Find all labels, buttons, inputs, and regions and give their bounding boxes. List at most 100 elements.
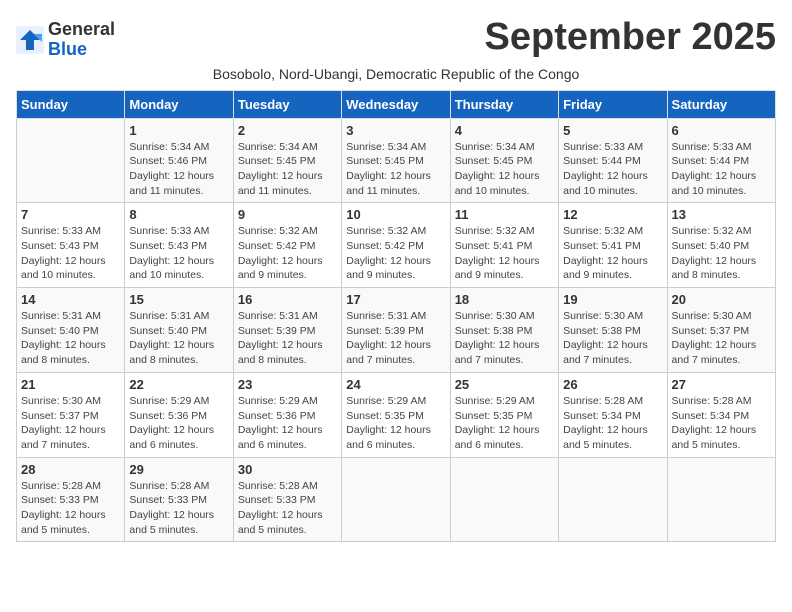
day-number: 11 bbox=[455, 207, 554, 222]
day-number: 14 bbox=[21, 292, 120, 307]
day-number: 7 bbox=[21, 207, 120, 222]
day-info: Sunrise: 5:33 AM Sunset: 5:44 PM Dayligh… bbox=[672, 140, 771, 199]
day-info: Sunrise: 5:32 AM Sunset: 5:41 PM Dayligh… bbox=[563, 224, 662, 283]
weekday-header-friday: Friday bbox=[559, 90, 667, 118]
calendar-cell: 10 Sunrise: 5:32 AM Sunset: 5:42 PM Dayli… bbox=[342, 203, 450, 288]
calendar-body: 1Sunrise: 5:34 AM Sunset: 5:46 PM Daylig… bbox=[17, 118, 776, 542]
day-info: Sunrise: 5:29 AM Sunset: 5:36 PM Dayligh… bbox=[238, 394, 337, 453]
calendar-cell: 16Sunrise: 5:31 AM Sunset: 5:39 PM Dayli… bbox=[233, 288, 341, 373]
calendar-cell: 6 Sunrise: 5:33 AM Sunset: 5:44 PM Daylig… bbox=[667, 118, 775, 203]
day-number: 21 bbox=[21, 377, 120, 392]
day-info: Sunrise: 5:32 AM Sunset: 5:40 PM Dayligh… bbox=[672, 224, 771, 283]
calendar-cell: 17 Sunrise: 5:31 AM Sunset: 5:39 PM Dayli… bbox=[342, 288, 450, 373]
day-number: 24 bbox=[346, 377, 445, 392]
day-info: Sunrise: 5:34 AM Sunset: 5:45 PM Dayligh… bbox=[455, 140, 554, 199]
day-number: 8 bbox=[129, 207, 228, 222]
weekday-header-row: SundayMondayTuesdayWednesdayThursdayFrid… bbox=[17, 90, 776, 118]
day-number: 4 bbox=[455, 123, 554, 138]
day-info: Sunrise: 5:30 AM Sunset: 5:38 PM Dayligh… bbox=[563, 309, 662, 368]
calendar-cell: 30 Sunrise: 5:28 AM Sunset: 5:33 PM Dayli… bbox=[233, 457, 341, 542]
weekday-header-monday: Monday bbox=[125, 90, 233, 118]
day-number: 30 bbox=[238, 462, 337, 477]
day-number: 25 bbox=[455, 377, 554, 392]
day-info: Sunrise: 5:33 AM Sunset: 5:43 PM Dayligh… bbox=[21, 224, 120, 283]
day-number: 20 bbox=[672, 292, 771, 307]
day-number: 13 bbox=[672, 207, 771, 222]
calendar-cell: 18Sunrise: 5:30 AM Sunset: 5:38 PM Dayli… bbox=[450, 288, 558, 373]
calendar-cell: 28Sunrise: 5:28 AM Sunset: 5:33 PM Dayli… bbox=[17, 457, 125, 542]
calendar-cell: 9 Sunrise: 5:32 AM Sunset: 5:42 PM Daylig… bbox=[233, 203, 341, 288]
subtitle: Bosobolo, Nord-Ubangi, Democratic Republ… bbox=[16, 66, 776, 82]
day-number: 10 bbox=[346, 207, 445, 222]
day-info: Sunrise: 5:31 AM Sunset: 5:40 PM Dayligh… bbox=[21, 309, 120, 368]
weekday-header-saturday: Saturday bbox=[667, 90, 775, 118]
calendar-cell: 2 Sunrise: 5:34 AM Sunset: 5:45 PM Daylig… bbox=[233, 118, 341, 203]
day-number: 5 bbox=[563, 123, 662, 138]
calendar-cell: 19 Sunrise: 5:30 AM Sunset: 5:38 PM Dayli… bbox=[559, 288, 667, 373]
calendar-cell: 13 Sunrise: 5:32 AM Sunset: 5:40 PM Dayli… bbox=[667, 203, 775, 288]
calendar-cell: 12 Sunrise: 5:32 AM Sunset: 5:41 PM Dayli… bbox=[559, 203, 667, 288]
calendar-cell bbox=[559, 457, 667, 542]
day-number: 12 bbox=[563, 207, 662, 222]
weekday-header-sunday: Sunday bbox=[17, 90, 125, 118]
calendar-cell: 7 Sunrise: 5:33 AM Sunset: 5:43 PM Daylig… bbox=[17, 203, 125, 288]
calendar-cell: 3 Sunrise: 5:34 AM Sunset: 5:45 PM Daylig… bbox=[342, 118, 450, 203]
day-number: 1 bbox=[129, 123, 228, 138]
day-number: 23 bbox=[238, 377, 337, 392]
calendar-cell: 8 Sunrise: 5:33 AM Sunset: 5:43 PM Daylig… bbox=[125, 203, 233, 288]
week-row-2: 7 Sunrise: 5:33 AM Sunset: 5:43 PM Daylig… bbox=[17, 203, 776, 288]
logo-text-general: General bbox=[48, 20, 115, 40]
day-info: Sunrise: 5:29 AM Sunset: 5:35 PM Dayligh… bbox=[455, 394, 554, 453]
day-info: Sunrise: 5:30 AM Sunset: 5:38 PM Dayligh… bbox=[455, 309, 554, 368]
calendar-cell: 26Sunrise: 5:28 AM Sunset: 5:34 PM Dayli… bbox=[559, 372, 667, 457]
calendar-cell: 24 Sunrise: 5:29 AM Sunset: 5:35 PM Dayli… bbox=[342, 372, 450, 457]
day-info: Sunrise: 5:34 AM Sunset: 5:45 PM Dayligh… bbox=[346, 140, 445, 199]
calendar-cell: 14 Sunrise: 5:31 AM Sunset: 5:40 PM Dayli… bbox=[17, 288, 125, 373]
day-number: 2 bbox=[238, 123, 337, 138]
day-number: 9 bbox=[238, 207, 337, 222]
day-number: 29 bbox=[129, 462, 228, 477]
weekday-header-wednesday: Wednesday bbox=[342, 90, 450, 118]
calendar-cell bbox=[667, 457, 775, 542]
calendar-cell: 20 Sunrise: 5:30 AM Sunset: 5:37 PM Dayli… bbox=[667, 288, 775, 373]
calendar-cell: 11 Sunrise: 5:32 AM Sunset: 5:41 PM Dayli… bbox=[450, 203, 558, 288]
day-info: Sunrise: 5:32 AM Sunset: 5:41 PM Dayligh… bbox=[455, 224, 554, 283]
week-row-3: 14 Sunrise: 5:31 AM Sunset: 5:40 PM Dayli… bbox=[17, 288, 776, 373]
day-number: 6 bbox=[672, 123, 771, 138]
day-info: Sunrise: 5:32 AM Sunset: 5:42 PM Dayligh… bbox=[346, 224, 445, 283]
day-info: Sunrise: 5:29 AM Sunset: 5:35 PM Dayligh… bbox=[346, 394, 445, 453]
calendar-cell: 21 Sunrise: 5:30 AM Sunset: 5:37 PM Dayli… bbox=[17, 372, 125, 457]
day-info: Sunrise: 5:31 AM Sunset: 5:39 PM Dayligh… bbox=[346, 309, 445, 368]
day-number: 17 bbox=[346, 292, 445, 307]
month-title: September 2025 bbox=[485, 16, 777, 59]
weekday-header-tuesday: Tuesday bbox=[233, 90, 341, 118]
day-info: Sunrise: 5:31 AM Sunset: 5:40 PM Dayligh… bbox=[129, 309, 228, 368]
calendar-cell: 23 Sunrise: 5:29 AM Sunset: 5:36 PM Dayli… bbox=[233, 372, 341, 457]
day-number: 27 bbox=[672, 377, 771, 392]
day-info: Sunrise: 5:30 AM Sunset: 5:37 PM Dayligh… bbox=[672, 309, 771, 368]
day-info: Sunrise: 5:30 AM Sunset: 5:37 PM Dayligh… bbox=[21, 394, 120, 453]
day-number: 22 bbox=[129, 377, 228, 392]
logo-text-blue: Blue bbox=[48, 40, 115, 60]
week-row-4: 21 Sunrise: 5:30 AM Sunset: 5:37 PM Dayli… bbox=[17, 372, 776, 457]
day-info: Sunrise: 5:28 AM Sunset: 5:34 PM Dayligh… bbox=[672, 394, 771, 453]
day-info: Sunrise: 5:33 AM Sunset: 5:43 PM Dayligh… bbox=[129, 224, 228, 283]
logo-icon bbox=[16, 26, 44, 54]
day-info: Sunrise: 5:32 AM Sunset: 5:42 PM Dayligh… bbox=[238, 224, 337, 283]
day-info: Sunrise: 5:34 AM Sunset: 5:45 PM Dayligh… bbox=[238, 140, 337, 199]
day-info: Sunrise: 5:29 AM Sunset: 5:36 PM Dayligh… bbox=[129, 394, 228, 453]
calendar-cell: 27 Sunrise: 5:28 AM Sunset: 5:34 PM Dayli… bbox=[667, 372, 775, 457]
weekday-header-thursday: Thursday bbox=[450, 90, 558, 118]
calendar-cell: 15Sunrise: 5:31 AM Sunset: 5:40 PM Dayli… bbox=[125, 288, 233, 373]
day-number: 19 bbox=[563, 292, 662, 307]
day-info: Sunrise: 5:28 AM Sunset: 5:33 PM Dayligh… bbox=[238, 479, 337, 538]
calendar-cell bbox=[450, 457, 558, 542]
calendar-table: SundayMondayTuesdayWednesdayThursdayFrid… bbox=[16, 90, 776, 543]
day-number: 3 bbox=[346, 123, 445, 138]
calendar-cell: 29Sunrise: 5:28 AM Sunset: 5:33 PM Dayli… bbox=[125, 457, 233, 542]
day-info: Sunrise: 5:31 AM Sunset: 5:39 PM Dayligh… bbox=[238, 309, 337, 368]
header: General Blue September 2025 bbox=[16, 16, 776, 60]
logo: General Blue bbox=[16, 20, 115, 60]
calendar-cell: 1Sunrise: 5:34 AM Sunset: 5:46 PM Daylig… bbox=[125, 118, 233, 203]
calendar-cell bbox=[17, 118, 125, 203]
